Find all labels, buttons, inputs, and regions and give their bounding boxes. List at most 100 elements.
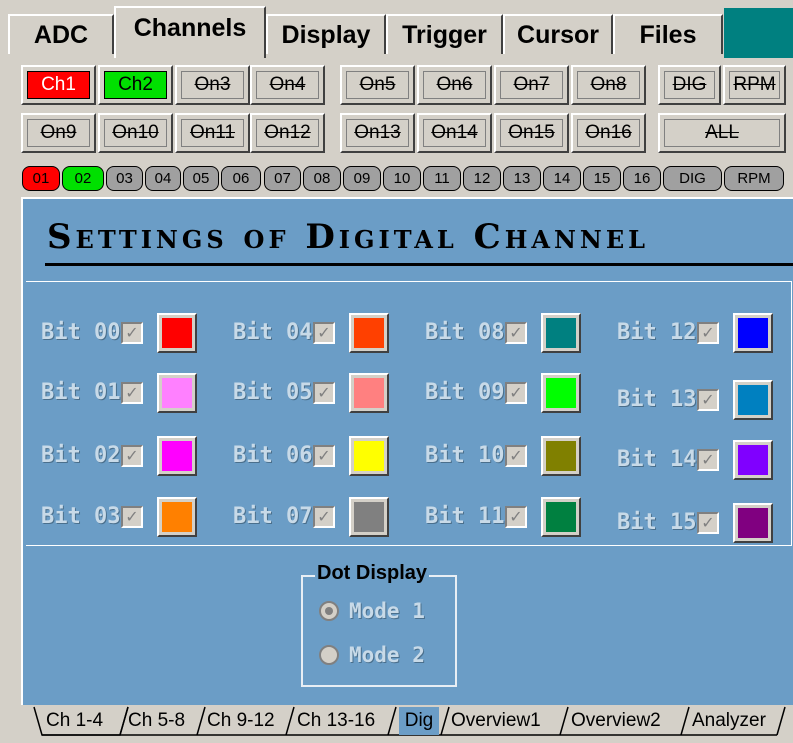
channel-pill-03[interactable]: 03 <box>106 166 143 191</box>
mode1-radio[interactable]: Mode 1 <box>319 599 425 623</box>
bit-enable-checkbox[interactable]: ✓ <box>505 322 527 344</box>
channel-pill-15[interactable]: 15 <box>583 166 621 191</box>
channel-pill-rpm[interactable]: RPM <box>724 166 784 191</box>
bit-color-swatch[interactable] <box>541 497 581 537</box>
bit-enable-checkbox[interactable]: ✓ <box>697 449 719 471</box>
channel-pill-05[interactable]: 05 <box>183 166 219 191</box>
on6-button[interactable]: On6 <box>417 65 492 105</box>
channel-pill-16[interactable]: 16 <box>623 166 661 191</box>
channel-pill-08[interactable]: 08 <box>303 166 341 191</box>
tab-files[interactable]: Files <box>613 14 723 54</box>
bit-color-fill <box>162 318 192 348</box>
bottom-tab-ch5-8[interactable]: Ch 5-8 <box>128 707 185 735</box>
bit-color-swatch[interactable] <box>157 436 197 476</box>
bit-enable-checkbox[interactable]: ✓ <box>505 445 527 467</box>
bit-color-swatch[interactable] <box>157 497 197 537</box>
bit-color-swatch[interactable] <box>541 373 581 413</box>
bit-enable-checkbox[interactable]: ✓ <box>313 382 335 404</box>
on15-button[interactable]: On15 <box>494 113 569 153</box>
dig-label: DIG <box>664 71 715 99</box>
on4-button[interactable]: On4 <box>250 65 325 105</box>
on16-button[interactable]: On16 <box>571 113 646 153</box>
bit-color-fill <box>162 441 192 471</box>
tab-display[interactable]: Display <box>266 14 386 54</box>
bit-color-swatch[interactable] <box>541 436 581 476</box>
channel-pill-07[interactable]: 07 <box>264 166 301 191</box>
bit-enable-checkbox[interactable]: ✓ <box>121 445 143 467</box>
ch1-button[interactable]: Ch1 <box>21 65 96 105</box>
on8-button[interactable]: On8 <box>571 65 646 105</box>
on12-button[interactable]: On12 <box>250 113 325 153</box>
channel-pill-01[interactable]: 01 <box>22 166 60 191</box>
on10-button[interactable]: On10 <box>98 113 173 153</box>
bit-color-swatch[interactable] <box>733 503 773 543</box>
bit-label: Bit 02 <box>41 443 121 468</box>
rpm-button[interactable]: RPM <box>723 65 786 105</box>
bit-enable-checkbox[interactable]: ✓ <box>505 382 527 404</box>
bit-label: Bit 01 <box>41 380 121 405</box>
on13-button[interactable]: On13 <box>340 113 415 153</box>
bottom-tab-ch9-12[interactable]: Ch 9-12 <box>207 707 275 735</box>
bit-color-swatch[interactable] <box>733 313 773 353</box>
channel-pill-02[interactable]: 02 <box>62 166 104 191</box>
bit-color-swatch[interactable] <box>349 436 389 476</box>
bottom-tab-overview2[interactable]: Overview2 <box>571 707 661 735</box>
tab-channels[interactable]: Channels <box>114 6 266 58</box>
tab-bar-filler <box>724 8 793 58</box>
bit-enable-checkbox[interactable]: ✓ <box>505 506 527 528</box>
channel-pill-10[interactable]: 10 <box>383 166 421 191</box>
all-button[interactable]: ALL <box>658 113 786 153</box>
channel-pill-11[interactable]: 11 <box>423 166 461 191</box>
bit-enable-checkbox[interactable]: ✓ <box>313 322 335 344</box>
ch2-button-face: Ch2 <box>104 71 167 99</box>
bit-color-swatch[interactable] <box>349 313 389 353</box>
on3-label: On3 <box>181 71 244 99</box>
bottom-tab-dig[interactable]: Dig <box>399 707 439 735</box>
bit-color-swatch[interactable] <box>349 497 389 537</box>
bottom-tab-ch1-4[interactable]: Ch 1-4 <box>46 707 103 735</box>
bit-color-fill <box>354 378 384 408</box>
dig-button[interactable]: DIG <box>658 65 721 105</box>
radio-selected-icon <box>319 601 339 621</box>
tab-cursor[interactable]: Cursor <box>503 14 613 54</box>
channel-pill-09[interactable]: 09 <box>343 166 381 191</box>
on16-label: On16 <box>577 119 640 147</box>
channel-pill-14[interactable]: 14 <box>543 166 581 191</box>
bit-color-swatch[interactable] <box>157 373 197 413</box>
channel-pill-06[interactable]: 06 <box>221 166 261 191</box>
on14-button[interactable]: On14 <box>417 113 492 153</box>
on11-button[interactable]: On11 <box>175 113 250 153</box>
bit-enable-checkbox[interactable]: ✓ <box>313 506 335 528</box>
on3-button[interactable]: On3 <box>175 65 250 105</box>
tab-adc[interactable]: ADC <box>8 14 114 54</box>
bit-label: Bit 11 <box>425 504 505 529</box>
channel-pill-dig[interactable]: DIG <box>663 166 722 191</box>
on15-label: On15 <box>500 119 563 147</box>
on9-label: On9 <box>27 119 90 147</box>
bit-enable-checkbox[interactable]: ✓ <box>697 512 719 534</box>
channel-pill-04[interactable]: 04 <box>145 166 181 191</box>
bit-enable-checkbox[interactable]: ✓ <box>121 506 143 528</box>
bit-enable-checkbox[interactable]: ✓ <box>121 322 143 344</box>
ch2-button[interactable]: Ch2 <box>98 65 173 105</box>
bottom-tab-analyzer[interactable]: Analyzer <box>692 707 766 735</box>
bit-enable-checkbox[interactable]: ✓ <box>697 322 719 344</box>
on7-button[interactable]: On7 <box>494 65 569 105</box>
tab-trigger[interactable]: Trigger <box>386 14 503 54</box>
bit-color-swatch[interactable] <box>349 373 389 413</box>
bit-label: Bit 04 <box>233 320 313 345</box>
bit-color-swatch[interactable] <box>157 313 197 353</box>
bottom-tab-overview1[interactable]: Overview1 <box>451 707 541 735</box>
bit-color-swatch[interactable] <box>541 313 581 353</box>
bit-color-swatch[interactable] <box>733 440 773 480</box>
on9-button[interactable]: On9 <box>21 113 96 153</box>
on5-button[interactable]: On5 <box>340 65 415 105</box>
bit-enable-checkbox[interactable]: ✓ <box>313 445 335 467</box>
bit-enable-checkbox[interactable]: ✓ <box>121 382 143 404</box>
bit-color-swatch[interactable] <box>733 380 773 420</box>
channel-pill-13[interactable]: 13 <box>503 166 541 191</box>
bottom-tab-ch13-16[interactable]: Ch 13-16 <box>297 707 375 735</box>
bit-enable-checkbox[interactable]: ✓ <box>697 389 719 411</box>
mode2-radio[interactable]: Mode 2 <box>319 643 425 667</box>
channel-pill-12[interactable]: 12 <box>463 166 501 191</box>
